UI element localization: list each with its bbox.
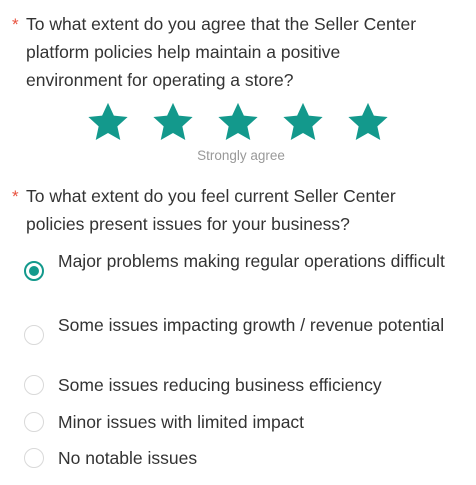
radio-option-efficiency-issues[interactable]: Some issues reducing business efficiency [24, 372, 476, 398]
required-asterisk: * [12, 15, 19, 34]
star-rating [86, 100, 390, 144]
question-1-text: To what extent do you agree that the Sel… [26, 14, 417, 90]
star-3-icon[interactable] [216, 100, 260, 144]
star-1-icon[interactable] [86, 100, 130, 144]
radio-option-label: No notable issues [58, 448, 198, 468]
star-5-icon[interactable] [346, 100, 390, 144]
radio-option-minor-issues[interactable]: Minor issues with limited impact [24, 409, 476, 435]
radio-button[interactable] [24, 375, 44, 395]
question-1: * To what extent do you agree that the S… [0, 10, 440, 94]
radio-option-label: Minor issues with limited impact [58, 412, 305, 432]
required-asterisk: * [12, 187, 19, 206]
radio-button[interactable] [24, 412, 44, 432]
question-2-text-block: * To what extent do you feel current Sel… [0, 182, 440, 238]
radio-option-major-problems[interactable]: Major problems making regular operations… [24, 248, 476, 281]
radio-option-label: Some issues impacting growth / revenue p… [58, 315, 445, 335]
question-2-text: To what extent do you feel current Selle… [26, 186, 396, 234]
star-4-icon[interactable] [281, 100, 325, 144]
radio-button-checked[interactable] [24, 261, 44, 281]
radio-button[interactable] [24, 448, 44, 468]
question-2: * To what extent do you feel current Sel… [0, 182, 440, 238]
question-1-text-block: * To what extent do you agree that the S… [0, 10, 440, 94]
radio-button[interactable] [24, 325, 44, 345]
radio-option-no-issues[interactable]: No notable issues [24, 445, 476, 471]
radio-option-label: Major problems making regular operations… [58, 251, 445, 271]
rating-caption: Strongly agree [197, 148, 285, 163]
radio-option-label: Some issues reducing business efficiency [58, 375, 382, 395]
star-2-icon[interactable] [151, 100, 195, 144]
radio-option-growth-issues[interactable]: Some issues impacting growth / revenue p… [24, 312, 476, 345]
